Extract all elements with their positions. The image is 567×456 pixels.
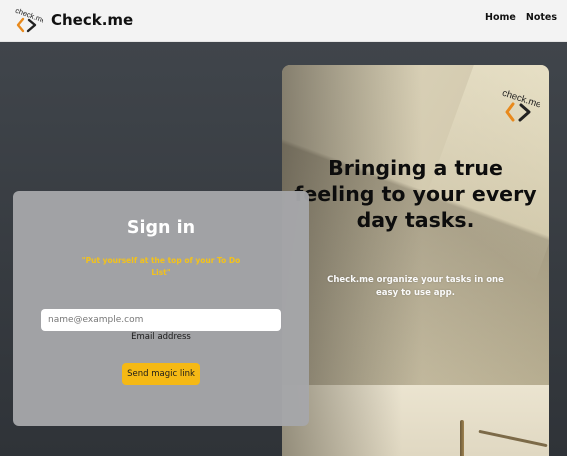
- brand[interactable]: check.me Check.me: [13, 6, 133, 34]
- email-label: Email address: [131, 332, 191, 342]
- send-magic-link-button[interactable]: Send magic link: [122, 363, 200, 385]
- hero-subtext: Check.me organize your tasks in one easy…: [327, 275, 504, 298]
- check-me-logo-icon: check.me: [14, 6, 43, 33]
- hero-headline: Bringing a true feeling to your every da…: [294, 156, 537, 232]
- svg-text:check.me: check.me: [14, 6, 43, 25]
- signin-quote: "Put yourself at the top of your To Do L…: [81, 256, 241, 277]
- check-me-logo-icon: check.me: [501, 88, 540, 122]
- brand-name: Check.me: [51, 11, 134, 29]
- pen-image: [460, 420, 464, 456]
- nav-link-home[interactable]: Home: [485, 12, 516, 23]
- email-input[interactable]: [41, 309, 281, 331]
- nav-links: Home Notes: [485, 12, 557, 23]
- signin-card: Sign in "Put yourself at the top of your…: [13, 191, 309, 426]
- navbar: check.me Check.me Home Notes: [0, 0, 567, 42]
- signin-title: Sign in: [126, 218, 196, 238]
- hero-card: check.me Bringing a true feeling to your…: [282, 65, 549, 456]
- nav-link-notes[interactable]: Notes: [526, 12, 557, 23]
- svg-text:check.me: check.me: [501, 88, 540, 111]
